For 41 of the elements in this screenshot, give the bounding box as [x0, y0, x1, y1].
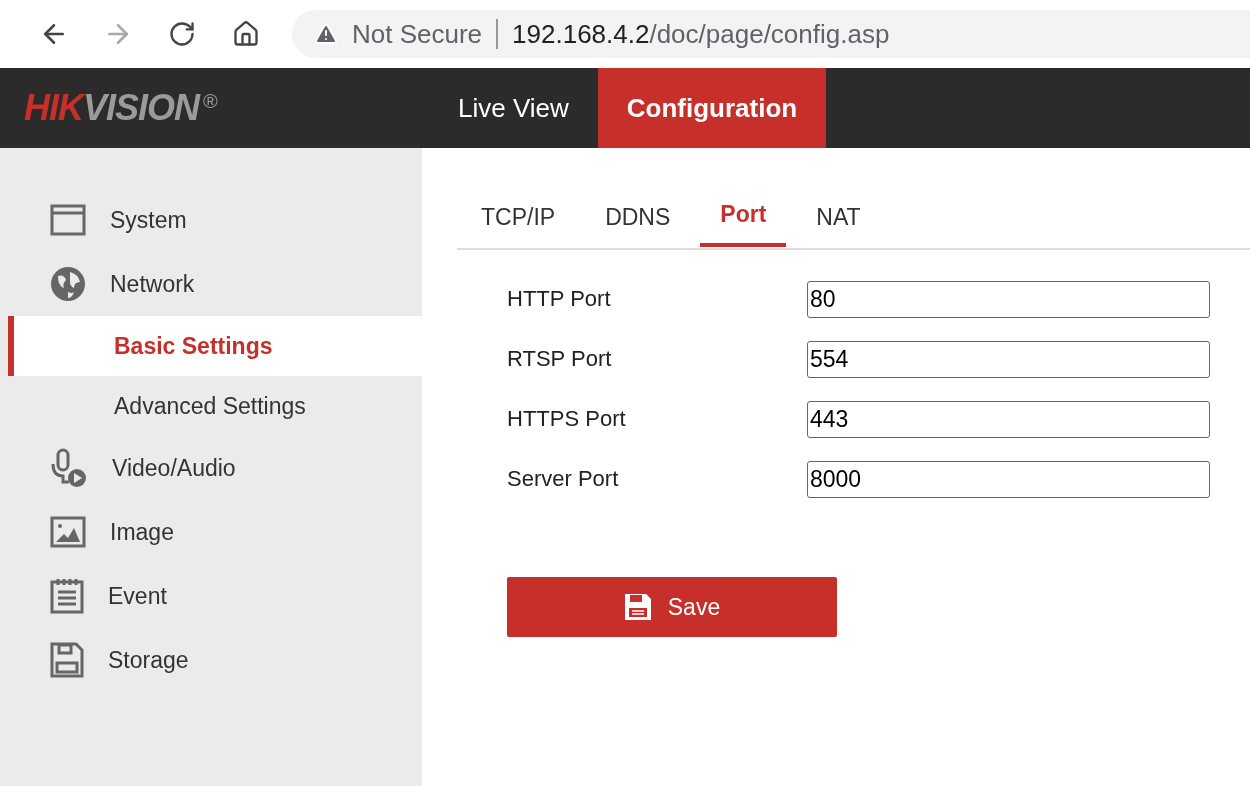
reload-icon: [168, 20, 196, 48]
sidebar-subitem[interactable]: Basic Settings: [8, 316, 422, 376]
sidebar-item-label: Video/Audio: [112, 454, 236, 482]
sidebar-item[interactable]: System: [0, 188, 422, 252]
nav-tab[interactable]: Live View: [429, 68, 598, 148]
sidebar-item-label: Network: [110, 270, 195, 298]
save-button[interactable]: Save: [507, 577, 837, 637]
sidebar-item-label: Event: [108, 582, 167, 610]
calendar-list-icon: [50, 578, 84, 614]
home-icon: [232, 20, 260, 48]
sidebar-item[interactable]: Video/Audio: [0, 436, 422, 500]
field-label: HTTP Port: [507, 286, 612, 312]
tab[interactable]: NAT: [796, 188, 881, 250]
sidebar-item-label: Storage: [108, 646, 189, 674]
sidebar-subitem[interactable]: Advanced Settings: [8, 376, 422, 436]
warning-icon: [314, 22, 338, 46]
sidebar-item[interactable]: Storage: [0, 628, 422, 692]
tab[interactable]: TCP/IP: [461, 188, 576, 250]
field-label: Server Port: [507, 466, 620, 492]
sidebar-item[interactable]: Event: [0, 564, 422, 628]
image-icon: [50, 516, 86, 548]
sidebar-item-label: Image: [110, 518, 174, 546]
nav-tab[interactable]: Configuration: [597, 68, 827, 148]
input-field[interactable]: 443: [807, 400, 1210, 438]
field-label: RTSP Port: [507, 346, 613, 372]
tab[interactable]: DDNS: [585, 188, 691, 250]
input-field[interactable]: 8000: [807, 460, 1210, 498]
sidebar-item[interactable]: Image: [0, 500, 422, 564]
input-field[interactable]: 80: [807, 280, 1210, 318]
url-text: 192.168.4.2/doc/page/config.asp: [512, 18, 890, 50]
security-label: Not Secure: [352, 18, 483, 50]
input-field[interactable]: 554: [807, 340, 1210, 378]
sidebar-item[interactable]: Network: [0, 252, 422, 316]
window-icon: [50, 204, 86, 236]
sidebar-item-label: System: [110, 206, 187, 234]
address-bar[interactable]: Not Secure 192.168.4.2/doc/page/config.asp: [292, 10, 1250, 58]
globe-icon: [50, 266, 86, 302]
tab[interactable]: Port: [700, 185, 787, 247]
brand-logo: HIKVISION®: [23, 86, 219, 130]
field-label: HTTPS Port: [507, 406, 627, 432]
microphone-play-icon: [50, 448, 88, 488]
